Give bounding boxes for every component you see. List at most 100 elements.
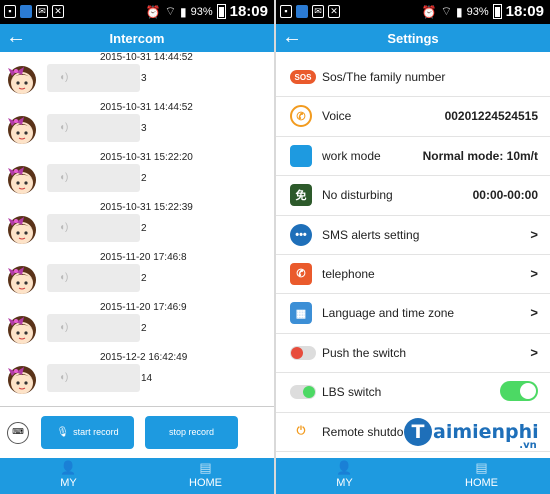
avatar [4, 112, 40, 148]
message-timestamp: 2015-12-2 16:42:49 [100, 352, 188, 363]
settings-row-push-the-switch[interactable]: Push the switch > [276, 334, 550, 374]
voice-bubble[interactable]: ◖) [47, 64, 140, 92]
setting-value: 00:00-00:00 [472, 188, 538, 203]
avatar [4, 312, 40, 348]
sound-wave-icon: ◖) [59, 372, 69, 383]
message-timestamp: 2015-10-31 15:22:20 [100, 152, 193, 163]
settings-row-language-and-time-zone[interactable]: ▦ Language and time zone > [276, 294, 550, 334]
setting-label: Push the switch [322, 345, 407, 360]
settings-screen: ▪ ✉ ✕ ⏰ ⌔ ▮ 93% 18:09 ← Settings SOS Sos/… [276, 0, 550, 494]
keyboard-icon[interactable]: ⌨ [7, 422, 29, 444]
settings-row-telephone[interactable]: ✆ telephone > [276, 255, 550, 295]
setting-label: Sos/The family number [322, 70, 446, 84]
sound-wave-icon: ◖) [59, 172, 69, 183]
message-item[interactable]: 2015-10-31 14:44:52 ◖) 3 [0, 102, 274, 152]
chevron-right-icon: > [530, 344, 538, 360]
microphone-icon: 🎙 [56, 427, 70, 438]
settings-row-sos-the-family-number[interactable]: SOS Sos/The family number [276, 58, 550, 98]
nav-my-label: MY [336, 477, 353, 489]
setting-label: No disturbing [322, 188, 393, 203]
nav-home-label: HOME [189, 477, 222, 489]
lbs-switch[interactable] [500, 381, 538, 402]
message-duration: 2 [141, 173, 147, 184]
nav-home[interactable]: ▤ HOME [137, 458, 274, 494]
battery-percent: 93% [190, 5, 213, 18]
status-bar: ▪ ✉ ✕ ⏰ ⌔ ▮ 93% 18:09 [0, 0, 274, 24]
wifi-icon: ⌔ [440, 4, 452, 18]
nav-my[interactable]: 👤 MY [0, 458, 137, 494]
push-toggle[interactable] [290, 345, 316, 360]
message-timestamp: 2015-10-31 14:44:52 [100, 52, 193, 63]
language-icon: ▦ [290, 302, 312, 325]
chevron-right-icon: > [530, 265, 538, 281]
record-bar: ⌨ 🎙 start record stop record [0, 406, 274, 458]
setting-label: Remote shutdo [322, 424, 404, 439]
avatar [4, 62, 40, 98]
sound-wave-icon: ◖) [59, 322, 69, 333]
title-bar: ← Intercom [0, 24, 274, 52]
voice-bubble[interactable]: ◖) [47, 114, 140, 142]
settings-row-no-disturbing[interactable]: 免 No disturbing 00:00-00:00 [276, 176, 550, 216]
title-bar: ← Settings [276, 24, 550, 52]
sms-icon: ••• [290, 223, 312, 246]
close-notification-icon: ✕ [52, 5, 64, 18]
message-timestamp: 2015-11-20 17:46:9 [100, 302, 187, 313]
setting-label: telephone [322, 266, 375, 281]
intercom-screen: ▪ ✉ ✕ ⏰ ⌔ ▮ 93% 18:09 ← Intercom 2015-10… [0, 0, 274, 494]
no-disturb-icon: 免 [290, 184, 312, 207]
lbs-toggle[interactable] [290, 385, 316, 400]
message-timestamp: 2015-10-31 14:44:52 [100, 102, 193, 113]
telephone-icon: ✆ [290, 262, 312, 285]
message-duration: 2 [141, 273, 147, 284]
settings-row-sms-alerts-setting[interactable]: ••• SMS alerts setting > [276, 216, 550, 255]
settings-row-work-mode[interactable]: work mode Normal mode: 10m/t [276, 137, 550, 177]
settings-row-voice[interactable]: ✆ Voice 00201224524515 [276, 97, 550, 137]
battery-icon [216, 4, 226, 19]
message-item[interactable]: 2015-10-31 15:22:20 ◖) 2 [0, 152, 274, 202]
work-mode-icon [290, 144, 312, 167]
start-record-label: start record [73, 427, 119, 437]
voice-bubble[interactable]: ◖) [47, 264, 140, 292]
app-icon [296, 5, 308, 18]
chevron-right-icon: > [530, 226, 538, 242]
gallery-icon: ▪ [280, 5, 292, 18]
voice-icon: ✆ [290, 105, 312, 128]
wifi-icon: ⌔ [164, 4, 176, 18]
signal-icon: ▮ [455, 4, 463, 19]
clock: 18:09 [229, 3, 268, 20]
nav-home[interactable]: ▤ HOME [413, 458, 550, 494]
message-item[interactable]: 2015-10-31 15:22:39 ◖) 2 [0, 202, 274, 252]
page-title: Settings [387, 31, 439, 46]
start-record-button[interactable]: 🎙 start record [41, 416, 134, 449]
alarm-icon: ⏰ [421, 4, 437, 19]
message-duration: 2 [141, 223, 147, 234]
message-item[interactable]: 2015-12-2 16:42:49 ◖) 14 [0, 352, 274, 402]
mail-icon: ✉ [36, 5, 48, 18]
avatar [4, 212, 40, 248]
voice-bubble[interactable]: ◖) [47, 314, 140, 342]
nav-home-label: HOME [465, 477, 498, 489]
message-list[interactable]: 2015-10-31 14:44:52 ◖) 3 2015-10-31 14:44:5… [0, 52, 274, 404]
sound-wave-icon: ◖) [59, 272, 69, 283]
watermark-suffix: .vn [519, 440, 537, 451]
bottom-nav: 👤 MY ▤ HOME [276, 458, 550, 494]
message-item[interactable]: 2015-10-31 14:44:52 ◖) 3 [0, 52, 274, 102]
page-title: Intercom [109, 31, 165, 46]
watermark-logo: Taimienphi .vn [404, 418, 539, 451]
nav-my[interactable]: 👤 MY [276, 458, 413, 494]
status-right: ⏰ ⌔ ▮ 93% 18:09 [146, 3, 268, 20]
person-icon: 👤 [60, 460, 77, 475]
voice-bubble[interactable]: ◖) [47, 164, 140, 192]
message-duration: 3 [141, 73, 147, 84]
message-duration: 2 [141, 323, 147, 334]
settings-row-lbs-switch[interactable]: LBS switch [276, 373, 550, 413]
message-timestamp: 2015-11-20 17:46:8 [100, 252, 187, 263]
message-item[interactable]: 2015-11-20 17:46:9 ◖) 2 [0, 302, 274, 352]
setting-value: 00201224524515 [444, 109, 538, 124]
voice-bubble[interactable]: ◖) [47, 364, 140, 392]
notification-icons: ▪ ✉ ✕ [4, 5, 64, 18]
voice-bubble[interactable]: ◖) [47, 214, 140, 242]
message-item[interactable]: 2015-11-20 17:46:8 ◖) 2 [0, 252, 274, 302]
clock: 18:09 [505, 3, 544, 20]
stop-record-button[interactable]: stop record [145, 416, 238, 449]
